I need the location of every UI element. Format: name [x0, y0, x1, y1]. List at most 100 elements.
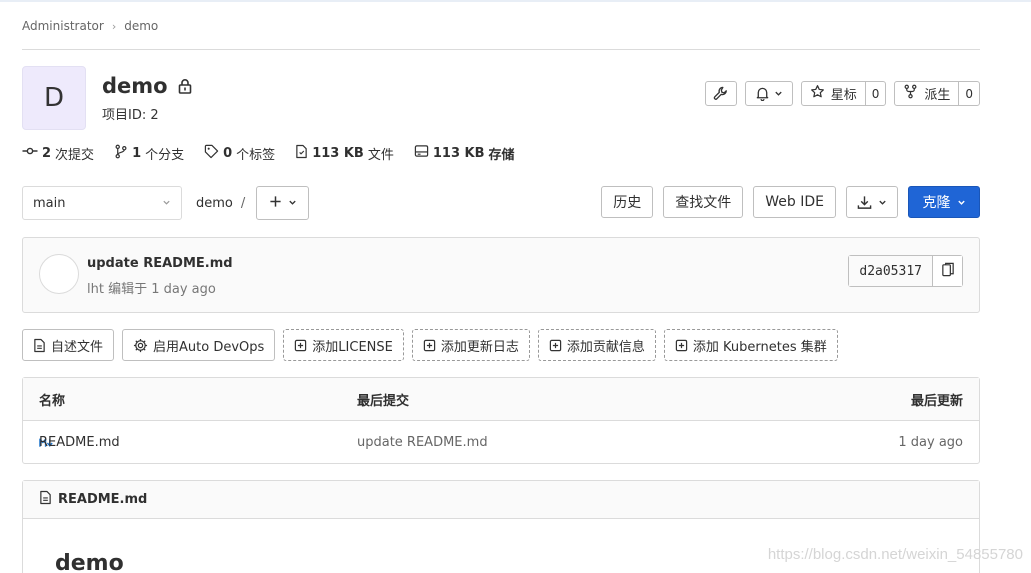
breadcrumb-current[interactable]: demo — [124, 19, 158, 33]
fork-button-group: 派生 0 — [894, 81, 980, 106]
file-tree-table: 名称 最后提交 最后更新 README.md update README.md … — [22, 377, 980, 464]
readme-file-name[interactable]: README.md — [58, 492, 147, 507]
header-last-update: 最后更新 — [910, 393, 963, 409]
add-contributing-button[interactable]: 添加贡献信息 — [537, 329, 656, 361]
project-avatar-letter: D — [43, 83, 65, 113]
stat-branches[interactable]: 1 个分支 — [114, 144, 184, 163]
repository-actions: 历史 查找文件 Web IDE 克隆 — [601, 186, 980, 218]
find-file-button[interactable]: 查找文件 — [663, 186, 744, 218]
suggestion-label: 添加更新日志 — [440, 339, 519, 355]
bell-icon — [755, 86, 770, 101]
fork-icon — [903, 84, 918, 103]
stat-branches-value: 1 — [132, 145, 142, 161]
chevron-down-icon — [162, 196, 171, 211]
star-label: 星标 — [830, 88, 857, 103]
path-separator: / — [240, 195, 246, 211]
branch-icon — [114, 144, 128, 163]
top-border — [0, 0, 1031, 2]
suggestion-label: 自述文件 — [51, 339, 104, 355]
document-icon — [39, 490, 52, 509]
branch-selector[interactable]: main — [22, 186, 182, 220]
gear-icon — [133, 338, 148, 353]
readme-suggestion-button[interactable]: 自述文件 — [22, 329, 115, 361]
tag-icon — [204, 144, 219, 163]
add-changelog-button[interactable]: 添加更新日志 — [411, 329, 530, 361]
auto-devops-button[interactable]: 启用Auto DevOps — [122, 329, 276, 361]
chevron-right-icon: › — [111, 19, 117, 33]
suggestion-label: 启用Auto DevOps — [153, 339, 265, 355]
stat-tags-label: 个标签 — [236, 147, 276, 163]
download-icon — [857, 195, 872, 210]
commit-sha[interactable]: d2a05317 — [849, 256, 932, 286]
star-button[interactable]: 星标 — [802, 82, 865, 105]
stat-commits-value: 2 — [42, 145, 52, 161]
commit-icon — [22, 144, 38, 162]
suggestion-label: 添加LICENSE — [312, 339, 393, 355]
header-last-commit: 最后提交 — [357, 393, 410, 409]
copy-icon — [941, 262, 955, 281]
settings-button[interactable] — [704, 81, 737, 106]
stat-storage[interactable]: 113 KB 存储 — [414, 144, 515, 163]
add-kubernetes-cluster-button[interactable]: 添加 Kubernetes 集群 — [663, 329, 838, 361]
header-name: 名称 — [39, 393, 66, 409]
lock-icon — [178, 78, 192, 94]
web-ide-button[interactable]: Web IDE — [753, 186, 836, 218]
divider — [22, 49, 980, 50]
copy-sha-button[interactable] — [932, 256, 962, 286]
document-icon — [33, 338, 46, 353]
breadcrumb-parent[interactable]: Administrator — [22, 19, 104, 33]
stat-files[interactable]: 113 KB 文件 — [295, 144, 394, 163]
project-id: 项目ID: 2 — [102, 108, 159, 123]
fork-count[interactable]: 0 — [958, 82, 979, 105]
repository-nav: main demo / 历史 查找文件 Web IDE 克隆 — [22, 186, 980, 220]
add-to-tree-button[interactable] — [256, 186, 309, 220]
readme-heading: demo — [55, 551, 124, 573]
history-button[interactable]: 历史 — [601, 186, 654, 218]
wrench-icon — [713, 86, 728, 101]
branch-name: main — [33, 195, 66, 211]
plus-square-icon — [549, 339, 562, 352]
download-button[interactable] — [846, 186, 898, 218]
storage-icon — [414, 144, 429, 162]
fork-label: 派生 — [924, 88, 951, 103]
path-root[interactable]: demo — [196, 196, 233, 211]
project-name: demo — [102, 74, 168, 98]
table-header: 名称 最后提交 最后更新 — [23, 378, 979, 421]
star-count[interactable]: 0 — [864, 82, 886, 105]
commit-title[interactable]: update README.md — [87, 256, 233, 271]
stat-storage-label: 存储 — [488, 147, 515, 163]
project-title: demo — [102, 72, 192, 100]
plus-square-icon — [294, 339, 307, 352]
readme-header: README.md — [23, 481, 979, 519]
stat-commits[interactable]: 2 次提交 — [22, 144, 94, 163]
stat-storage-value: 113 KB — [432, 145, 485, 161]
add-license-button[interactable]: 添加LICENSE — [283, 329, 404, 361]
project-suggestions: 自述文件 启用Auto DevOps 添加LICENSE 添加更新日志 添加贡献… — [22, 329, 838, 361]
stat-files-label: 文件 — [367, 147, 394, 163]
stat-tags[interactable]: 0 个标签 — [204, 144, 275, 163]
clone-button[interactable]: 克隆 — [908, 186, 980, 218]
file-commit-message[interactable]: update README.md — [357, 421, 488, 464]
path-breadcrumb: demo / — [196, 186, 245, 220]
stat-tags-value: 0 — [223, 145, 233, 161]
commit-meta: lht 编辑于 1 day ago — [87, 282, 216, 297]
chevron-down-icon — [774, 89, 783, 98]
clone-label: 克隆 — [922, 195, 951, 211]
file-icon — [295, 144, 308, 163]
commit-author-avatar[interactable] — [39, 254, 79, 294]
watermark: https://blog.csdn.net/weixin_54855780 — [767, 546, 1023, 563]
plus-square-icon — [675, 339, 688, 352]
chevron-down-icon — [878, 198, 887, 207]
notification-button[interactable] — [744, 81, 793, 106]
chevron-down-icon — [957, 198, 966, 207]
file-name[interactable]: README.md — [39, 421, 120, 464]
table-row[interactable]: README.md update README.md 1 day ago — [23, 421, 979, 464]
suggestion-label: 添加贡献信息 — [566, 339, 645, 355]
chevron-down-icon — [288, 196, 297, 211]
breadcrumb: Administrator › demo — [22, 18, 158, 34]
last-commit-panel: update README.md lht 编辑于 1 day ago d2a05… — [22, 237, 980, 313]
header-actions: 星标 0 派生 0 — [704, 81, 980, 106]
project-avatar[interactable]: D — [22, 66, 86, 130]
fork-button[interactable]: 派生 — [895, 82, 958, 105]
plus-icon — [269, 195, 282, 212]
